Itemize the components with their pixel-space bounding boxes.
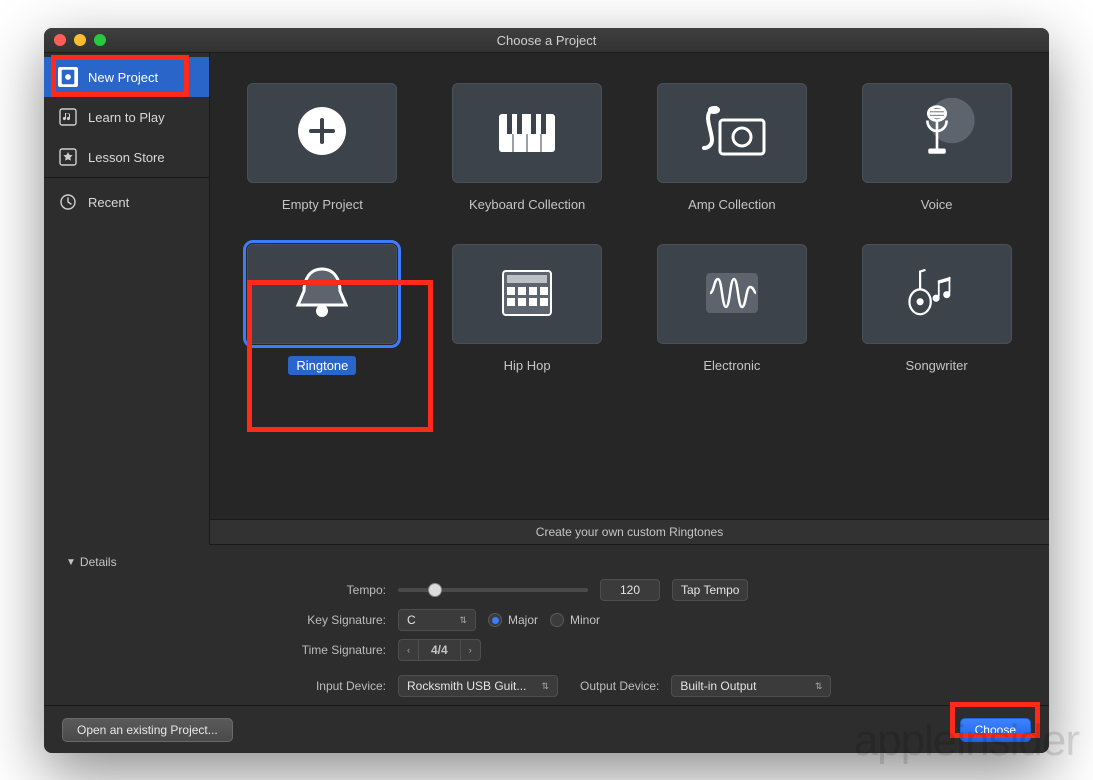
time-sig-value: 4/4 (418, 639, 461, 661)
sidebar-item-new-project[interactable]: New Project (44, 57, 209, 97)
template-amp-collection[interactable]: Amp Collection (650, 83, 815, 214)
template-description: Create your own custom Ringtones (210, 519, 1049, 545)
lesson-store-icon (58, 147, 78, 167)
open-existing-button[interactable]: Open an existing Project... (62, 718, 233, 742)
slider-knob-icon[interactable] (428, 583, 442, 597)
template-ringtone[interactable]: Ringtone (240, 244, 405, 375)
amp-icon (692, 96, 772, 171)
radio-dot-icon (550, 613, 564, 627)
template-label: Electronic (695, 356, 768, 375)
titlebar: Choose a Project (44, 28, 1049, 53)
radio-minor[interactable]: Minor (550, 613, 600, 627)
template-hip-hop[interactable]: Hip Hop (445, 244, 610, 375)
mic-icon (897, 96, 977, 171)
input-device-select[interactable]: Rocksmith USB Guit... ⇅ (398, 675, 558, 697)
details-panel: ▼ Details Tempo: 120 Tap Tempo Key Signa… (44, 545, 1049, 705)
sidebar-item-learn-to-play[interactable]: Learn to Play (44, 97, 209, 137)
chevron-left-icon[interactable]: ‹ (398, 639, 418, 661)
chevron-right-icon[interactable]: › (461, 639, 481, 661)
sidebar-item-lesson-store[interactable]: Lesson Store (44, 137, 209, 177)
time-signature-label: Time Signature: (66, 643, 386, 657)
template-keyboard-collection[interactable]: Keyboard Collection (445, 83, 610, 214)
sidebar-item-label: Recent (88, 195, 129, 210)
template-label: Keyboard Collection (461, 195, 593, 214)
new-project-icon (58, 67, 78, 87)
mpc-icon (487, 257, 567, 332)
template-label: Voice (913, 195, 961, 214)
window-title: Choose a Project (44, 33, 1049, 48)
tempo-value[interactable]: 120 (600, 579, 660, 601)
plus-icon (282, 96, 362, 171)
radio-dot-icon (488, 613, 502, 627)
chevron-updown-icon: ⇅ (541, 681, 549, 692)
bell-icon (282, 257, 362, 332)
project-chooser-window: Choose a Project New Project Learn to Pl… (44, 28, 1049, 753)
watermark: appleinsider (854, 716, 1079, 766)
tap-tempo-button[interactable]: Tap Tempo (672, 579, 748, 601)
sidebar-item-label: Learn to Play (88, 110, 165, 125)
disclosure-triangle-icon: ▼ (66, 557, 76, 568)
template-voice[interactable]: Voice (854, 83, 1019, 214)
details-title: Details (80, 555, 117, 569)
template-label: Hip Hop (496, 356, 559, 375)
template-label: Amp Collection (680, 195, 783, 214)
template-songwriter[interactable]: Songwriter (854, 244, 1019, 375)
wave-icon (692, 257, 772, 332)
template-label: Empty Project (274, 195, 371, 214)
main-panel: Empty Project Keyboard Collection Amp Co… (210, 53, 1049, 545)
key-signature-label: Key Signature: (66, 613, 386, 627)
template-electronic[interactable]: Electronic (650, 244, 815, 375)
guitar-notes-icon (897, 257, 977, 332)
learn-to-play-icon (58, 107, 78, 127)
key-select[interactable]: C ⇅ (398, 609, 476, 631)
chevron-updown-icon: ⇅ (815, 681, 823, 692)
details-toggle[interactable]: ▼ Details (66, 555, 1027, 569)
sidebar-item-label: Lesson Store (88, 150, 165, 165)
tempo-label: Tempo: (66, 583, 386, 597)
template-gallery: Empty Project Keyboard Collection Amp Co… (210, 53, 1049, 519)
input-device-label: Input Device: (66, 679, 386, 693)
template-label: Songwriter (898, 356, 976, 375)
output-device-label: Output Device: (580, 679, 659, 693)
radio-major[interactable]: Major (488, 613, 538, 627)
time-signature-stepper[interactable]: ‹ 4/4 › (398, 639, 481, 661)
chevron-updown-icon: ⇅ (459, 615, 467, 626)
tempo-slider[interactable] (398, 588, 588, 592)
template-label: Ringtone (288, 356, 356, 375)
sidebar-item-label: New Project (88, 70, 158, 85)
output-device-select[interactable]: Built-in Output ⇅ (671, 675, 831, 697)
sidebar: New Project Learn to Play Lesson Store (44, 53, 210, 545)
recent-icon (58, 192, 78, 212)
keyboard-icon (487, 96, 567, 171)
sidebar-item-recent[interactable]: Recent (44, 182, 209, 222)
template-empty-project[interactable]: Empty Project (240, 83, 405, 214)
